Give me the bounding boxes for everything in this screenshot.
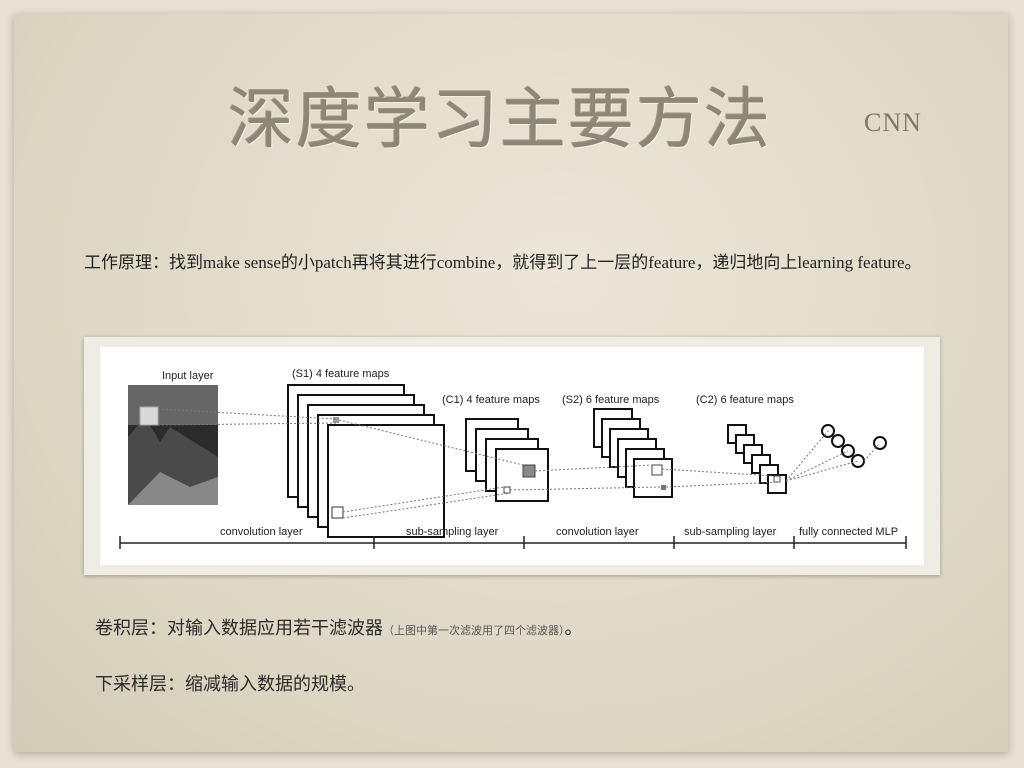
slide-title: 深度学习主要方法: [228, 81, 772, 158]
principle-text: ：找到make sense的小patch再将其进行combine，就得到了上一层…: [152, 253, 922, 272]
cnn-diagram: Input layer (S1) 4 feature maps (C1) 4 f…: [100, 347, 924, 565]
c1-label: (C1) 4 feature maps: [442, 394, 540, 406]
s2-label: (S2) 6 feature maps: [562, 394, 660, 406]
principle-label: 工作原理: [84, 253, 152, 272]
s2-feature-maps: [593, 408, 673, 498]
s1-feature-maps: [287, 384, 445, 538]
axis-label-convolution-1: convolution layer: [220, 526, 303, 538]
axis-label-subsampling-1: sub-sampling layer: [406, 526, 499, 538]
cnn-figure-frame: Input layer (S1) 4 feature maps (C1) 4 f…: [84, 337, 940, 575]
convolution-note-main: 卷积层：对输入数据应用若干滤波器: [95, 618, 383, 638]
axis-label-subsampling-2: sub-sampling layer: [684, 526, 777, 538]
subsampling-note: 下采样层：缩减输入数据的规模。: [95, 674, 365, 694]
axis-label-convolution-2: convolution layer: [556, 526, 639, 538]
convolution-note-detail: （上图中第一次滤波用了四个滤波器）: [383, 625, 565, 637]
c2-feature-maps: [727, 424, 787, 494]
convolution-note: 卷积层：对输入数据应用若干滤波器（上图中第一次滤波用了四个滤波器）。: [95, 614, 583, 640]
input-layer-label: Input layer: [162, 370, 214, 382]
s1-label: (S1) 4 feature maps: [292, 368, 390, 380]
mlp-nodes: [821, 424, 887, 468]
slide-subtitle: CNN: [864, 108, 922, 137]
principle-paragraph: 工作原理：找到make sense的小patch再将其进行combine，就得到…: [84, 248, 944, 278]
input-image: [128, 385, 218, 505]
convolution-note-end: 。: [564, 618, 583, 638]
c2-label: (C2) 6 feature maps: [696, 394, 794, 406]
axis-label-mlp: fully connected MLP: [799, 526, 898, 538]
